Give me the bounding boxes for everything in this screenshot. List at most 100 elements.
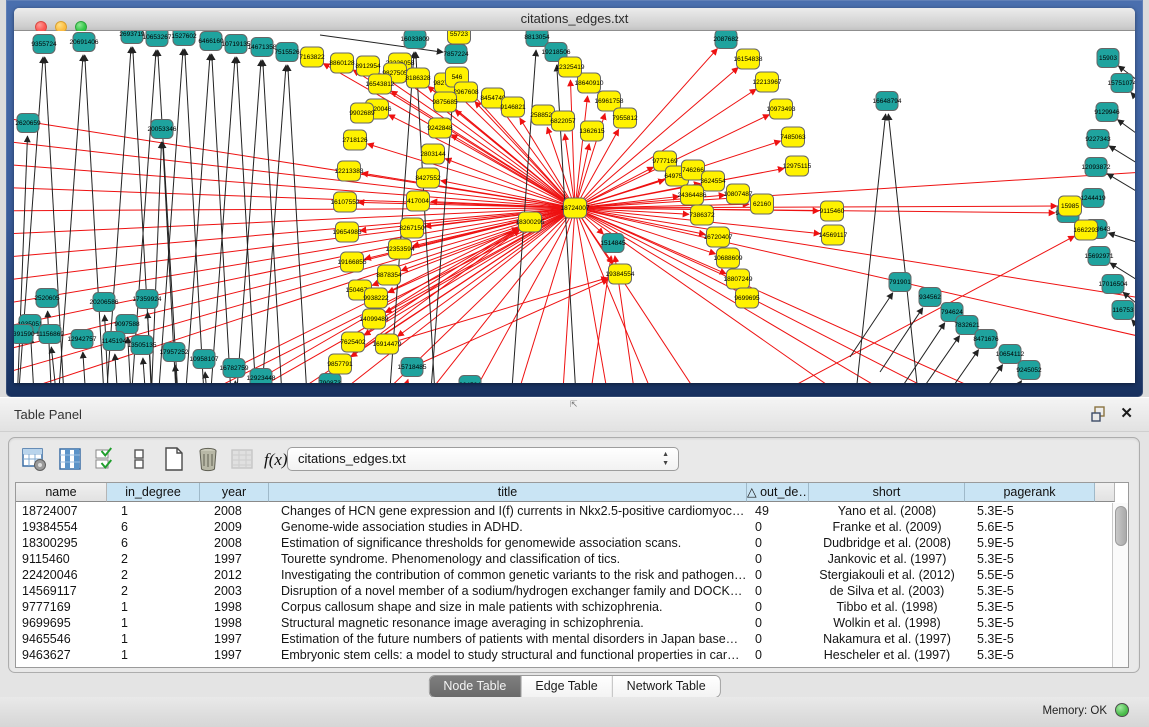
network-node[interactable]: 7515526 [274, 43, 300, 62]
network-node[interactable]: 8427552 [415, 168, 441, 188]
network-node[interactable]: 18300295 [516, 212, 545, 232]
network-node[interactable]: 9146821 [500, 97, 526, 117]
tab-edge-table[interactable]: Edge Table [521, 676, 612, 697]
column-header-filler[interactable] [1095, 483, 1115, 502]
network-node[interactable]: 791901 [889, 273, 911, 292]
network-node[interactable]: 924504 [459, 376, 481, 384]
network-node[interactable]: 2620659 [15, 114, 41, 133]
row-height-icon[interactable] [126, 446, 152, 472]
table-selector-dropdown[interactable]: citations_edges.txt ▲▼ [287, 447, 679, 471]
network-node[interactable]: 10719135 [222, 35, 251, 54]
network-node[interactable]: 17359924 [133, 290, 162, 309]
column-header-in_degree[interactable]: in_degree [107, 483, 200, 502]
network-node[interactable]: 10958107 [190, 350, 219, 369]
network-node[interactable]: 14099489 [360, 309, 389, 329]
network-node[interactable]: 9355724 [31, 35, 57, 54]
network-node[interactable]: 1514845 [600, 234, 626, 253]
network-node[interactable]: 12353594 [386, 239, 415, 259]
network-node[interactable]: 6466160 [198, 32, 224, 51]
network-node[interactable]: 1527602 [171, 31, 197, 46]
column-header-year[interactable]: year [200, 483, 269, 502]
network-node[interactable]: 8471676 [973, 330, 999, 349]
network-node[interactable]: 16648794 [873, 92, 902, 111]
network-node[interactable]: 19384554 [606, 264, 635, 284]
network-node[interactable]: 9129946 [1094, 103, 1120, 122]
network-node[interactable]: 15985 [1059, 196, 1082, 216]
memory-status-icon[interactable] [1115, 703, 1129, 717]
network-node[interactable]: 12213383 [335, 161, 364, 181]
network-node[interactable]: 9391590 [14, 325, 35, 344]
network-node[interactable]: 14671358 [248, 38, 277, 57]
column-header-name[interactable]: name [16, 483, 107, 502]
select-columns-icon[interactable] [93, 446, 119, 472]
network-node[interactable]: 1145194 [102, 332, 127, 351]
network-node[interactable]: 7625402 [340, 332, 366, 352]
network-node[interactable]: 1362615 [579, 121, 605, 141]
network-node[interactable]: 16720407 [704, 227, 733, 247]
network-node[interactable]: 62160 [751, 194, 774, 214]
delete-table-icon[interactable] [195, 446, 221, 472]
table-row[interactable]: 969969511998Structural magnetic resonanc… [16, 615, 1128, 631]
network-node[interactable]: 9242848 [427, 118, 453, 138]
network-node[interactable]: 12975115 [783, 156, 812, 176]
network-node[interactable]: 9097588 [114, 315, 140, 334]
network-node[interactable]: 10807487 [724, 184, 753, 204]
network-node[interactable]: 13505135 [128, 336, 157, 355]
network-node[interactable]: 8878354 [376, 265, 402, 285]
tab-network-table[interactable]: Network Table [613, 676, 720, 697]
table-row[interactable]: 977716911998Corpus callosum shape and si… [16, 599, 1128, 615]
network-node[interactable]: 7386372 [689, 205, 715, 225]
column-header-△ out_de…[interactable]: △ out_de… [747, 483, 809, 502]
vertical-scrollbar[interactable] [1112, 503, 1128, 667]
column-header-short[interactable]: short [809, 483, 965, 502]
network-node[interactable]: 1662293 [1073, 220, 1099, 240]
network-node[interactable]: 3624554 [700, 171, 726, 191]
network-node[interactable]: 417004 [407, 191, 430, 211]
network-node[interactable]: 10653267 [143, 31, 172, 47]
network-window-titlebar[interactable]: citations_edges.txt [14, 8, 1135, 31]
network-node[interactable]: 15903 [1097, 49, 1119, 68]
network-node[interactable]: 15718485 [398, 358, 427, 377]
network-node[interactable]: 9227343 [1085, 130, 1111, 149]
network-node[interactable]: 9857791 [327, 354, 353, 374]
network-node[interactable]: 12942757 [68, 330, 97, 349]
network-node[interactable]: 2693719 [119, 31, 145, 44]
network-node[interactable]: 18807249 [724, 269, 753, 289]
network-node[interactable]: 12923448 [247, 369, 276, 384]
table-row[interactable]: 1830029562008Estimation of significance … [16, 535, 1128, 551]
import-table-icon[interactable] [229, 446, 255, 472]
network-node[interactable]: 2803144 [420, 144, 446, 164]
network-node[interactable]: 7485063 [780, 127, 806, 147]
network-node[interactable]: 16107552 [331, 192, 360, 212]
network-node[interactable]: 934562 [919, 288, 941, 307]
network-node[interactable]: 16154838 [734, 49, 763, 69]
new-table-icon[interactable] [161, 446, 187, 472]
network-node[interactable]: 16543812 [366, 74, 395, 94]
show-columns-icon[interactable] [57, 446, 83, 472]
network-node[interactable]: 10973493 [767, 99, 796, 119]
column-header-pagerank[interactable]: pagerank [965, 483, 1095, 502]
network-node[interactable]: 15692971 [1085, 247, 1114, 266]
network-node[interactable]: 15751074 [1108, 74, 1135, 93]
network-node[interactable]: 8860128 [329, 53, 355, 73]
network-node[interactable]: 17016504 [1099, 275, 1128, 294]
table-row[interactable]: 1456911722003Disruption of a novel membe… [16, 583, 1128, 599]
network-canvas[interactable]: 1872400793557242069140626937191065326715… [14, 31, 1135, 383]
table-row[interactable]: 1938455462009Genome-wide association stu… [16, 519, 1128, 535]
network-node[interactable]: 9938222 [363, 288, 389, 308]
network-node[interactable]: 16914479 [373, 334, 402, 354]
network-node[interactable]: 7955812 [612, 108, 638, 128]
network-node[interactable]: 9699695 [734, 288, 760, 308]
network-node[interactable]: 17957252 [160, 343, 189, 362]
tab-node-table[interactable]: Node Table [429, 676, 521, 697]
network-node[interactable]: 10688609 [714, 248, 743, 268]
network-node[interactable]: 6822057 [550, 111, 576, 131]
network-node[interactable]: 12093872 [1082, 158, 1111, 177]
table-row[interactable]: 911546021997Tourette syndrome. Phenomeno… [16, 551, 1128, 567]
network-node[interactable]: 12325419 [556, 57, 585, 77]
network-node[interactable]: 8186328 [405, 68, 431, 88]
network-node[interactable]: 19654985 [333, 222, 362, 242]
network-node[interactable]: 2087682 [713, 31, 739, 49]
network-node[interactable]: 9902689 [349, 103, 375, 123]
network-node[interactable]: 8912954 [355, 56, 381, 76]
